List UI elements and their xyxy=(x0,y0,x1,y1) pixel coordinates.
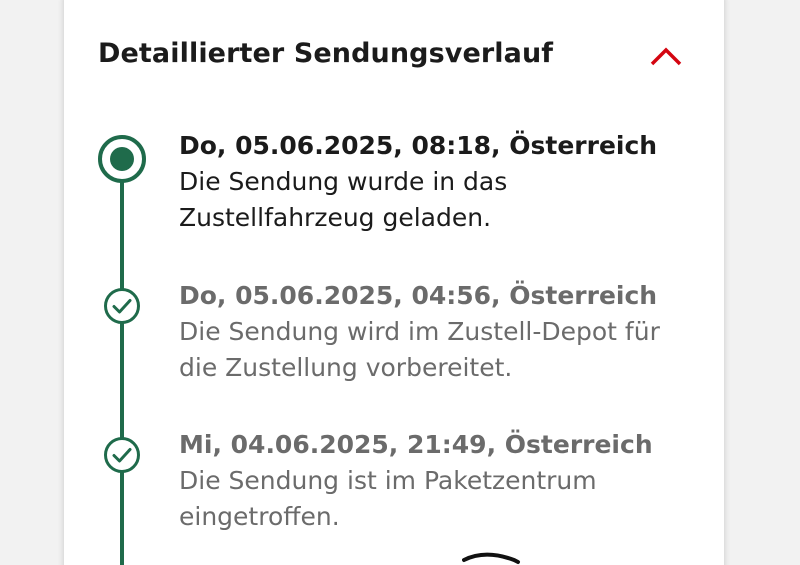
partial-content-fragment xyxy=(462,548,532,565)
event-description-line: Zustellfahrzeug geladen. xyxy=(179,203,492,232)
event-description: Die Sendung ist im Paketzentrum eingetro… xyxy=(179,463,699,535)
event-description-line: Die Sendung wurde in das xyxy=(179,167,508,196)
event-description-line: die Zustellung vorbereitet. xyxy=(179,353,513,382)
timeline-line xyxy=(120,160,124,565)
tracking-page: Detaillierter Sendungsverlauf Do, 05.06.… xyxy=(0,0,800,565)
timeline-event: Do, 05.06.2025, 04:56, Österreich Die Se… xyxy=(179,280,699,386)
event-date: Do, 05.06.2025, 08:18, Österreich xyxy=(179,131,658,160)
check-circle-icon xyxy=(103,287,141,325)
chevron-up-icon[interactable] xyxy=(646,42,686,72)
event-description-line: Die Sendung wird im Zustell-Depot für xyxy=(179,317,660,346)
event-date: Do, 05.06.2025, 04:56, Österreich xyxy=(179,281,658,310)
timeline-event: Do, 05.06.2025, 08:18, Österreich Die Se… xyxy=(179,130,699,236)
section-title: Detaillierter Sendungsverlauf xyxy=(98,38,554,69)
current-status-icon xyxy=(97,134,147,184)
timeline-event: Mi, 04.06.2025, 21:49, Österreich Die Se… xyxy=(179,429,699,535)
check-circle-icon xyxy=(103,436,141,474)
event-description: Die Sendung wird im Zustell-Depot für di… xyxy=(179,314,699,386)
event-description: Die Sendung wurde in das Zustellfahrzeug… xyxy=(179,164,699,236)
event-description-line: Die Sendung ist im Paketzentrum xyxy=(179,466,597,495)
event-description-line: eingetroffen. xyxy=(179,502,340,531)
section-header[interactable]: Detaillierter Sendungsverlauf xyxy=(98,36,698,80)
event-date: Mi, 04.06.2025, 21:49, Österreich xyxy=(179,430,653,459)
